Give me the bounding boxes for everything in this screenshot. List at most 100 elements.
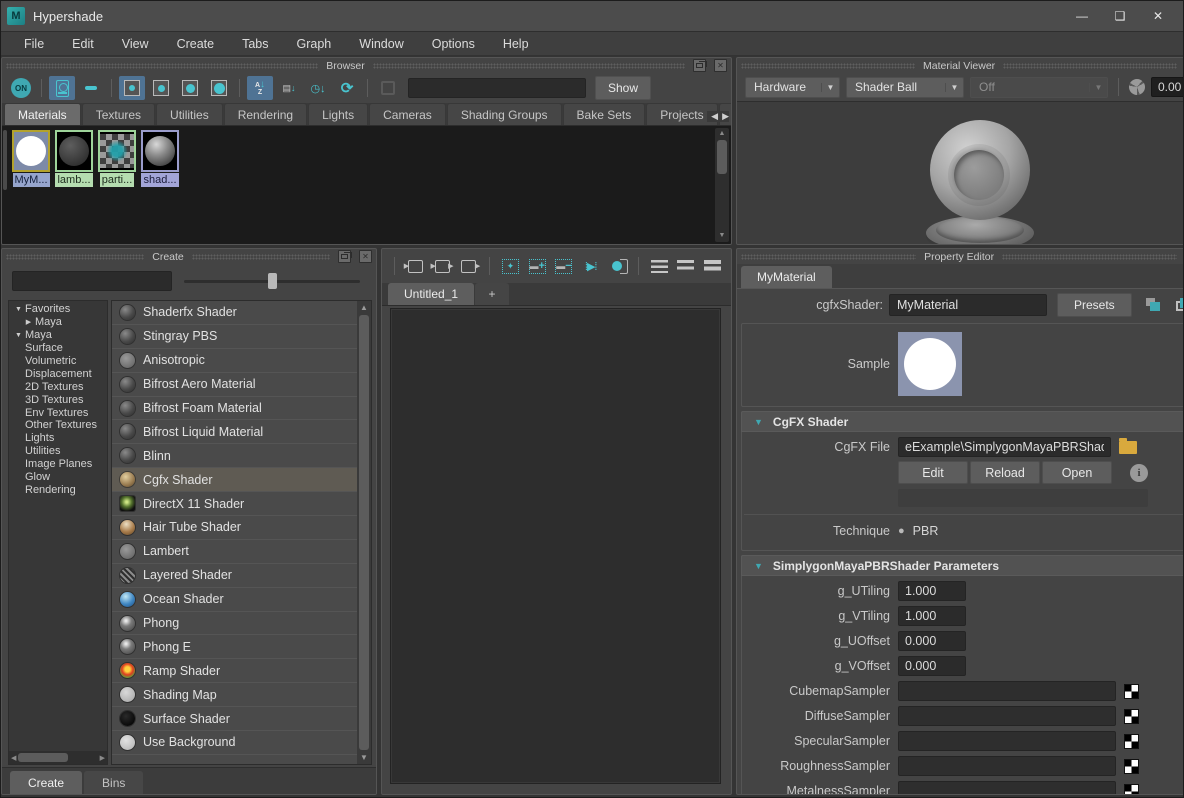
material-sample-swatch[interactable]: [898, 332, 962, 396]
cgfx-action-button[interactable]: Edit: [898, 461, 968, 484]
node-list-item[interactable]: Phong: [112, 612, 357, 636]
tree-item[interactable]: Displacement: [9, 367, 107, 380]
node-list-item[interactable]: Stingray PBS: [112, 325, 357, 349]
sampler-path-field[interactable]: [898, 681, 1116, 701]
scroll-up-icon[interactable]: ▲: [360, 301, 368, 314]
menu-item[interactable]: View: [109, 34, 162, 54]
material-swatch[interactable]: parti...: [98, 130, 136, 192]
texture-map-icon[interactable]: [1124, 709, 1139, 724]
layout-full-button[interactable]: [702, 255, 723, 277]
browser-tab[interactable]: Rendering: [224, 103, 307, 125]
tree-expand-icon[interactable]: ▼: [12, 306, 25, 313]
browser-tab[interactable]: Utilities: [156, 103, 223, 125]
info-icon[interactable]: i: [1130, 464, 1148, 482]
cgfx-action-button[interactable]: Reload: [970, 461, 1040, 484]
swatch-and-label-view-toggle[interactable]: [49, 76, 75, 100]
node-list-item[interactable]: Anisotropic: [112, 349, 357, 373]
material-swatch[interactable]: lamb...: [55, 130, 93, 192]
swatch-size-xlarge-button[interactable]: [206, 76, 232, 100]
node-list-item[interactable]: Shading Map: [112, 683, 357, 707]
tree-item[interactable]: Image Planes: [9, 458, 107, 471]
browser-tab[interactable]: Textures: [82, 103, 155, 125]
close-panel-icon[interactable]: ✕: [359, 250, 372, 263]
icon-size-slider[interactable]: [184, 271, 366, 291]
tree-item[interactable]: Surface: [9, 342, 107, 355]
tree-item[interactable]: ▼ Maya: [9, 329, 107, 342]
add-selected-to-graph-button[interactable]: ▬+: [527, 255, 548, 277]
node-list-item[interactable]: Phong E: [112, 635, 357, 659]
slider-handle[interactable]: [268, 273, 277, 289]
node-list-item[interactable]: Shaderfx Shader: [112, 301, 357, 325]
menu-item[interactable]: File: [11, 34, 57, 54]
pin-node-button[interactable]: [607, 255, 628, 277]
float-panel-icon[interactable]: [338, 250, 351, 263]
material-tab[interactable]: MyMaterial: [741, 266, 832, 288]
node-list-item[interactable]: Hair Tube Shader: [112, 516, 357, 540]
node-list-item[interactable]: Lambert: [112, 540, 357, 564]
add-tab-button[interactable]: +: [475, 283, 509, 305]
sampler-path-field[interactable]: [898, 706, 1116, 726]
browser-tab[interactable]: Shading Groups: [447, 103, 562, 125]
node-list-item[interactable]: Blinn: [112, 444, 357, 468]
swatch-size-small-button[interactable]: [119, 76, 145, 100]
graph-input-output-connections-button[interactable]: ▶▶: [432, 255, 453, 277]
menu-item[interactable]: Window: [346, 34, 416, 54]
texture-map-icon[interactable]: [1124, 684, 1139, 699]
tree-item[interactable]: 2D Textures: [9, 380, 107, 393]
node-list-item[interactable]: Ocean Shader: [112, 588, 357, 612]
rearrange-graph-button[interactable]: ⁞▶⁞: [580, 255, 601, 277]
float-panel-icon[interactable]: [693, 59, 706, 72]
bottom-tab[interactable]: Create: [10, 771, 82, 794]
menu-item[interactable]: Options: [419, 34, 488, 54]
clear-graph-button[interactable]: ✦: [500, 255, 521, 277]
browser-tab[interactable]: Bake Sets: [563, 103, 646, 125]
close-button[interactable]: ✕: [1139, 3, 1177, 29]
tree-item[interactable]: Volumetric: [9, 355, 107, 368]
maximize-button[interactable]: ❑: [1101, 3, 1139, 29]
material-swatch[interactable]: shad...: [141, 130, 179, 192]
label-only-view-toggle[interactable]: [78, 76, 104, 100]
sampler-path-field[interactable]: [898, 781, 1116, 794]
tree-expand-icon[interactable]: ▼: [12, 332, 25, 339]
layout-simple-button[interactable]: [649, 255, 670, 277]
node-list-item[interactable]: Ramp Shader: [112, 659, 357, 683]
node-list-item[interactable]: DirectX 11 Shader: [112, 492, 357, 516]
scroll-up-icon[interactable]: ▲: [719, 128, 726, 140]
tree-item[interactable]: ▶ Maya: [9, 316, 107, 329]
node-list-item[interactable]: Bifrost Aero Material: [112, 373, 357, 397]
swatch-size-large-button[interactable]: [177, 76, 203, 100]
tree-item[interactable]: Glow: [9, 471, 107, 484]
exposure-field[interactable]: [1151, 77, 1184, 97]
parameters-section-header[interactable]: ▼ SimplygonMayaPBRShader Parameters: [741, 555, 1184, 576]
node-name-field[interactable]: [889, 294, 1047, 316]
scroll-down-icon[interactable]: ▼: [360, 751, 368, 764]
tab-scroll-right-icon[interactable]: ▶: [722, 111, 729, 122]
tree-item[interactable]: ▼ Favorites: [9, 303, 107, 316]
graph-output-connections-button[interactable]: ▶: [458, 255, 479, 277]
material-preview-viewport[interactable]: [737, 101, 1184, 244]
show-in-attribute-editor-icon[interactable]: [1176, 298, 1184, 312]
sort-by-type-button[interactable]: ▤↓: [276, 76, 302, 100]
layout-connected-button[interactable]: [675, 255, 696, 277]
tree-horizontal-scrollbar[interactable]: ◀ ▶: [9, 751, 107, 764]
filters-on-toggle[interactable]: ON: [8, 76, 34, 100]
cgfx-file-field[interactable]: [898, 437, 1111, 457]
node-list-item[interactable]: Surface Shader: [112, 707, 357, 731]
texture-map-icon[interactable]: [1124, 784, 1139, 795]
sort-by-name-button[interactable]: A↓Z: [247, 76, 273, 100]
left-scrollbar[interactable]: [3, 130, 7, 190]
tree-expand-icon[interactable]: ▶: [22, 318, 35, 326]
tree-item[interactable]: Rendering: [9, 483, 107, 496]
sort-by-time-button[interactable]: ◷↓: [305, 76, 331, 100]
node-list-item[interactable]: Use Background: [112, 731, 357, 755]
node-list-scrollbar[interactable]: ▲ ▼: [357, 301, 371, 764]
renderer-dropdown[interactable]: Hardware ▼: [745, 77, 840, 98]
parameter-value-field[interactable]: [898, 606, 966, 626]
tab-scroll-left-icon[interactable]: ◀: [711, 111, 718, 122]
tab-scroll-arrows[interactable]: ◀▶: [707, 111, 729, 122]
parameter-value-field[interactable]: [898, 631, 966, 651]
tree-item[interactable]: Env Textures: [9, 406, 107, 419]
tree-item[interactable]: Other Textures: [9, 419, 107, 432]
texture-map-icon[interactable]: [1124, 734, 1139, 749]
workarea-tab[interactable]: Untitled_1: [388, 283, 474, 305]
